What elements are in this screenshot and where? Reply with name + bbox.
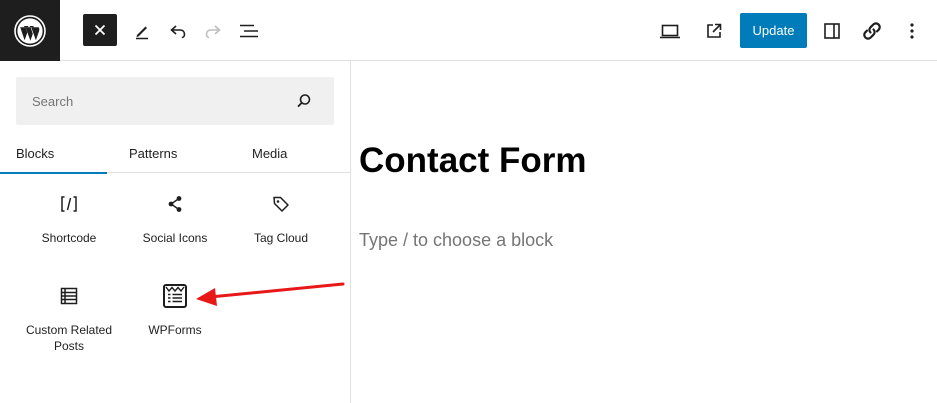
block-custom-related-posts[interactable]: Custom Related Posts (14, 282, 124, 354)
close-inserter-button[interactable] (83, 14, 117, 46)
block-label: Shortcode (41, 231, 97, 245)
share-icon (161, 190, 189, 218)
wpforms-icon (161, 282, 189, 310)
close-icon (94, 24, 106, 36)
external-link-icon (707, 23, 722, 38)
block-label: Social Icons (142, 231, 208, 245)
options-button[interactable] (895, 14, 929, 48)
list-view-button[interactable] (232, 14, 266, 48)
post-title[interactable]: Contact Form (359, 141, 587, 181)
view-post-button[interactable] (697, 14, 731, 48)
block-label: Tag Cloud (253, 231, 309, 245)
tab-blocks[interactable]: Blocks (0, 133, 109, 174)
tag-icon (267, 190, 295, 218)
block-social-icons[interactable]: Social Icons (120, 190, 230, 246)
list-icon (55, 282, 83, 310)
view-button[interactable] (653, 14, 687, 48)
block-label: WPForms (148, 323, 202, 337)
tab-patterns[interactable]: Patterns (129, 133, 177, 173)
block-inserter-panel: Blocks Patterns Media Shortcode Social I… (0, 61, 351, 403)
redo-icon (205, 25, 221, 39)
block-shortcode[interactable]: Shortcode (14, 190, 124, 246)
jetpack-link-button[interactable] (855, 14, 889, 48)
wordpress-icon (14, 14, 46, 47)
desktop-icon (660, 24, 680, 39)
more-vertical-icon (910, 23, 914, 39)
update-button[interactable]: Update (740, 13, 807, 48)
search-input[interactable] (16, 77, 284, 125)
tools-button[interactable] (125, 14, 159, 48)
pencil-icon (136, 26, 148, 40)
block-wpforms[interactable]: WPForms (120, 282, 230, 338)
inserter-tabs: Blocks Patterns Media (0, 133, 350, 174)
block-search (16, 77, 334, 125)
block-tag-cloud[interactable]: Tag Cloud (226, 190, 336, 246)
undo-button[interactable] (161, 14, 195, 48)
link-icon (863, 22, 881, 40)
empty-block-placeholder[interactable]: Type / to choose a block (359, 230, 553, 251)
redo-button[interactable] (196, 14, 230, 48)
wordpress-logo-button[interactable] (0, 0, 60, 61)
tab-media[interactable]: Media (252, 133, 287, 173)
list-view-icon (240, 24, 258, 38)
block-label: Custom Related Posts (25, 323, 113, 353)
settings-button[interactable] (815, 14, 849, 48)
sidebar-icon (824, 23, 840, 39)
editor-header: Update (0, 0, 937, 61)
undo-icon (170, 25, 186, 39)
editor-canvas: Contact Form Type / to choose a block (351, 61, 937, 403)
shortcode-icon (55, 190, 83, 218)
search-icon[interactable] (284, 81, 324, 121)
